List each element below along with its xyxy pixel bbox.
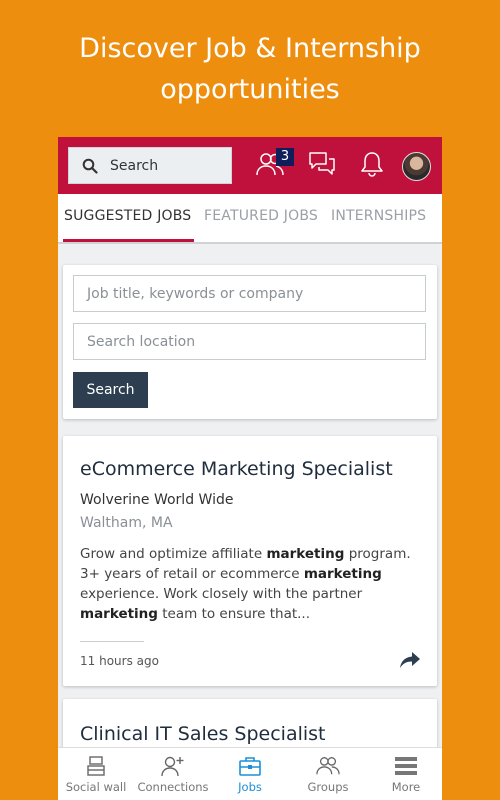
nav-connections[interactable]: Connections — [136, 748, 210, 800]
job-search-button[interactable]: Search — [73, 372, 148, 408]
avatar[interactable] — [402, 152, 431, 181]
nav-more[interactable]: More — [378, 748, 434, 800]
desc-text: Grow and optimize affiliate — [80, 546, 267, 562]
share-icon — [399, 652, 421, 674]
promo-line-2: opportunities — [160, 74, 340, 105]
nav-jobs[interactable]: Jobs — [222, 748, 278, 800]
menu-icon — [394, 754, 418, 778]
chat-icon — [308, 151, 336, 181]
briefcase-icon — [238, 754, 262, 778]
jobs-tab-bar: SUGGESTED JOBS FEATURED JOBS INTERNSHIPS — [58, 194, 442, 244]
social-wall-icon — [84, 754, 108, 778]
job-title[interactable]: Clinical IT Sales Specialist — [80, 723, 326, 745]
nav-label: Connections — [137, 780, 209, 794]
nav-label: Social wall — [65, 780, 127, 794]
promo-headline: Discover Job & Internship opportunities — [0, 28, 500, 110]
job-location: Waltham, MA — [80, 515, 173, 531]
job-title[interactable]: eCommerce Marketing Specialist — [80, 458, 393, 480]
desc-keyword: marketing — [266, 546, 345, 562]
job-company: Wolverine World Wide — [80, 492, 234, 508]
desc-text: experience. Work closely with the partne… — [80, 586, 363, 602]
global-search-box[interactable]: Search — [68, 147, 232, 184]
groups-icon — [316, 754, 340, 778]
bell-icon — [360, 151, 384, 181]
search-icon — [82, 158, 98, 174]
tab-suggested-jobs[interactable]: SUGGESTED JOBS — [64, 208, 191, 224]
top-bar: Search 3 — [58, 137, 442, 194]
nav-groups[interactable]: Groups — [296, 748, 360, 800]
messages-button[interactable] — [306, 150, 338, 182]
notifications-button[interactable] — [356, 150, 388, 182]
active-tab-indicator — [63, 239, 194, 242]
global-search-label: Search — [110, 157, 159, 174]
connections-badge: 3 — [276, 148, 294, 166]
desc-text: team to ensure that... — [157, 606, 311, 622]
keywords-input[interactable]: Job title, keywords or company — [73, 275, 426, 312]
job-search-card: Job title, keywords or company Search lo… — [63, 265, 437, 419]
tab-featured-jobs[interactable]: FEATURED JOBS — [204, 208, 318, 224]
bottom-navigation: Social wall Connections Jobs Groups More — [58, 747, 442, 800]
nav-label: Jobs — [238, 780, 262, 794]
nav-social-wall[interactable]: Social wall — [62, 748, 130, 800]
location-input[interactable]: Search location — [73, 323, 426, 360]
desc-keyword: marketing — [80, 606, 158, 622]
job-description: Grow and optimize affiliate marketing pr… — [80, 544, 420, 624]
app-screen: Search 3 SUGGESTED JOBS FEATURED JOBS IN… — [58, 137, 442, 800]
promo-line-1: Discover Job & Internship — [79, 33, 421, 64]
nav-label: More — [391, 780, 421, 794]
card-divider — [80, 641, 144, 642]
share-button[interactable] — [399, 650, 421, 670]
job-posted-time: 11 hours ago — [80, 654, 159, 668]
nav-label: Groups — [307, 780, 349, 794]
add-connection-icon — [161, 754, 185, 778]
job-card[interactable]: eCommerce Marketing Specialist Wolverine… — [63, 436, 437, 686]
tab-internships[interactable]: INTERNSHIPS — [331, 208, 426, 224]
desc-keyword: marketing — [303, 566, 382, 582]
